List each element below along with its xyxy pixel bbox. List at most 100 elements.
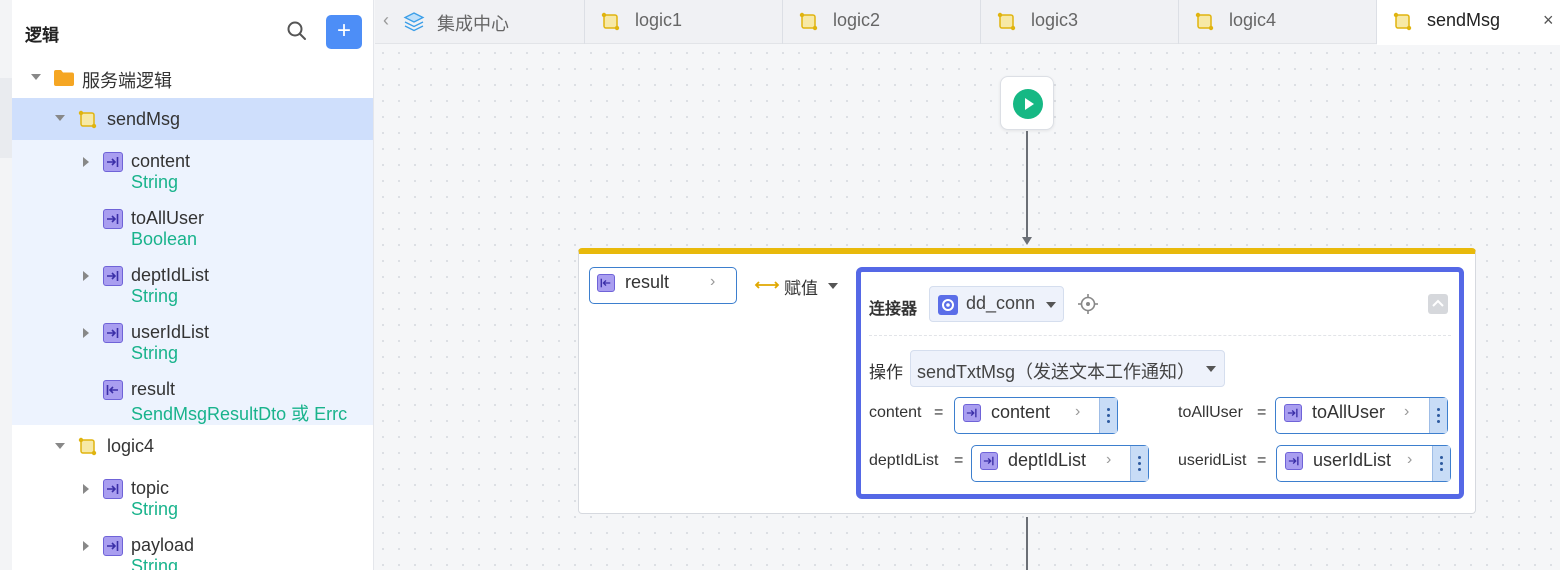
output-param-icon	[103, 380, 123, 400]
locate-icon[interactable]	[1077, 293, 1099, 315]
more-vertical-icon[interactable]	[1099, 398, 1117, 433]
param-item[interactable]: topic String	[12, 475, 373, 527]
param-name: topic	[131, 478, 170, 498]
input-param-icon	[963, 404, 981, 422]
caret-down-icon	[1206, 366, 1216, 372]
caret-right-icon[interactable]	[83, 484, 89, 494]
param-item[interactable]: result SendMsgResultDto 或 Errc	[12, 376, 373, 428]
logic-icon	[78, 437, 97, 456]
tab-label: 集成中心	[437, 14, 509, 34]
folder-icon	[53, 69, 74, 86]
tab-integration-center[interactable]: 集成中心	[397, 0, 585, 44]
field-eq: =	[934, 404, 944, 421]
assign-node[interactable]: result › 赋值 连接器 dd_conn 操作 sendTxtMsg（发送…	[578, 248, 1476, 514]
assign-operator-label: 赋值	[784, 279, 818, 298]
connector-gear-icon	[938, 295, 958, 315]
field-value: deptIdList	[1008, 450, 1087, 470]
param-name: toAllUser	[131, 208, 205, 228]
chevron-up-icon	[1432, 299, 1444, 307]
tab-label: logic3	[1031, 10, 1079, 30]
logic-icon	[997, 12, 1016, 31]
field-value-pill[interactable]: toAllUser ›	[1275, 397, 1448, 434]
tree-folder-server[interactable]: 服务端逻辑	[12, 62, 373, 94]
logic-label: sendMsg	[107, 109, 181, 129]
input-param-icon	[103, 266, 123, 286]
tab-logic3[interactable]: logic3	[981, 0, 1179, 44]
param-item[interactable]: payload String	[12, 532, 373, 570]
connector-label: 连接器	[869, 301, 918, 318]
param-item[interactable]: content String	[12, 148, 373, 200]
tabs-scroll-left-icon[interactable]: ‹	[383, 10, 389, 31]
field-eq: =	[954, 452, 964, 469]
caret-down-icon[interactable]	[31, 74, 41, 80]
tab-logic1[interactable]: logic1	[585, 0, 783, 44]
field-value: content	[991, 402, 1051, 422]
sidebar-title: 逻辑	[25, 26, 59, 46]
field-value-pill[interactable]: userIdList ›	[1276, 445, 1451, 482]
caret-down-icon[interactable]	[55, 115, 65, 121]
param-name: payload	[131, 535, 195, 555]
tree-logic-logic4[interactable]: logic4	[12, 426, 373, 468]
param-item[interactable]: toAllUser Boolean	[12, 205, 373, 257]
assign-operator-dropdown[interactable]: 赋值	[754, 274, 844, 298]
tree-logic-sendmsg[interactable]: sendMsg	[12, 98, 373, 140]
operation-select[interactable]: sendTxtMsg（发送文本工作通知）	[910, 350, 1225, 387]
param-type: String	[131, 286, 179, 306]
layers-icon	[403, 12, 425, 32]
connector-select[interactable]: dd_conn	[929, 286, 1064, 322]
field-value: userIdList	[1313, 450, 1392, 470]
chevron-right-icon: ›	[710, 273, 716, 290]
logic-canvas[interactable]: result › 赋值 连接器 dd_conn 操作 sendTxtMsg（发送…	[375, 45, 1560, 570]
close-icon[interactable]: ×	[1543, 10, 1554, 31]
logic-sidebar: 逻辑 + 服务端逻辑 sendMsg content String toAllU…	[0, 0, 374, 570]
chevron-right-icon: ›	[1106, 451, 1112, 468]
tab-sendmsg[interactable]: sendMsg ×	[1377, 0, 1560, 45]
divider	[869, 335, 1451, 336]
output-param-icon	[597, 274, 615, 292]
add-logic-button[interactable]: +	[326, 15, 362, 49]
logic-icon	[78, 110, 97, 129]
logic-icon	[1393, 12, 1412, 31]
field-value-pill[interactable]: deptIdList ›	[971, 445, 1149, 482]
play-icon	[1013, 89, 1043, 119]
operation-value: sendTxtMsg（发送文本工作通知）	[917, 362, 1196, 382]
tab-logic2[interactable]: logic2	[783, 0, 981, 44]
param-item[interactable]: userIdList String	[12, 319, 373, 371]
search-icon[interactable]	[286, 20, 308, 42]
caret-down-icon	[828, 283, 838, 289]
assign-target-label: result	[625, 272, 670, 292]
more-vertical-icon[interactable]	[1130, 446, 1148, 481]
input-param-icon	[103, 323, 123, 343]
param-item[interactable]: deptIdList String	[12, 262, 373, 314]
field-key: toAllUser	[1178, 404, 1243, 421]
tab-logic4[interactable]: logic4	[1179, 0, 1377, 44]
caret-right-icon[interactable]	[83, 157, 89, 167]
assign-target-pill[interactable]: result ›	[589, 267, 737, 304]
param-name: deptIdList	[131, 265, 210, 285]
input-param-icon	[1285, 452, 1303, 470]
caret-right-icon[interactable]	[83, 541, 89, 551]
tab-label: sendMsg	[1427, 10, 1501, 30]
logic-icon	[799, 12, 818, 31]
more-vertical-icon[interactable]	[1432, 446, 1450, 481]
caret-down-icon[interactable]	[55, 443, 65, 449]
input-param-icon	[1284, 404, 1302, 422]
caret-right-icon[interactable]	[83, 328, 89, 338]
param-name: result	[131, 379, 176, 399]
chevron-right-icon: ›	[1075, 403, 1081, 420]
input-param-icon	[980, 452, 998, 470]
more-vertical-icon[interactable]	[1429, 398, 1447, 433]
collapse-button[interactable]	[1428, 294, 1448, 314]
param-type: SendMsgResultDto 或 Errc	[131, 404, 348, 424]
param-type: Boolean	[131, 229, 198, 249]
sidebar-header: 逻辑 +	[12, 0, 373, 64]
chevron-right-icon: ›	[1407, 451, 1413, 468]
connector-panel[interactable]: 连接器 dd_conn 操作 sendTxtMsg（发送文本工作通知） cont…	[856, 267, 1464, 499]
field-eq: =	[1257, 404, 1267, 421]
start-node[interactable]	[1000, 76, 1054, 130]
field-value-pill[interactable]: content ›	[954, 397, 1118, 434]
caret-right-icon[interactable]	[83, 271, 89, 281]
caret-down-icon	[1046, 302, 1056, 308]
field-key: useridList	[1178, 452, 1247, 469]
sidebar-edge-marker	[0, 78, 12, 158]
